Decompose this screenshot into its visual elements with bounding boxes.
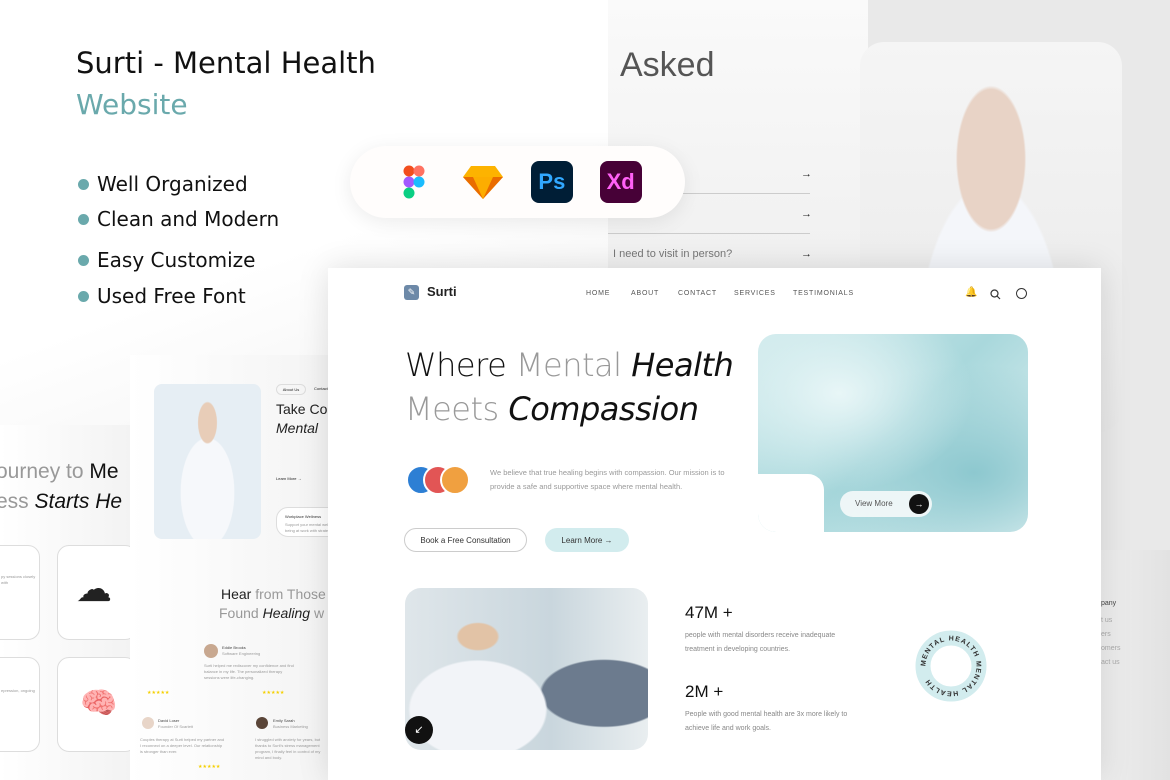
bullet-icon <box>78 178 89 190</box>
avatar <box>142 717 154 729</box>
bullet-icon <box>78 290 89 302</box>
faq-title: Asked <box>620 46 715 84</box>
service-card[interactable]: epression, ongoing <box>0 657 40 752</box>
rating-stars: ★★★★★ <box>147 690 170 696</box>
nav-testimonials[interactable]: TESTIMONIALS <box>793 290 854 297</box>
figma-icon <box>393 161 435 203</box>
tab-contact[interactable]: Contact <box>314 386 328 391</box>
view-more-button[interactable]: View More → <box>840 491 932 517</box>
mental-health-badge: MENTAL HEALTH MENTAL HEALTH <box>915 630 987 702</box>
arrow-right-icon[interactable]: → <box>909 494 929 514</box>
consultation-photo: ↙ <box>405 588 648 750</box>
bullet-icon <box>78 213 89 225</box>
faq-question[interactable]: I need to visit in person? <box>613 248 732 260</box>
stat-description: people with mental disorders receive ina… <box>685 632 836 653</box>
footer-link[interactable]: t us <box>1101 617 1112 624</box>
search-icon[interactable] <box>990 287 1001 305</box>
nav-services[interactable]: SERVICES <box>734 290 776 297</box>
tools-pill: Ps Xd <box>350 146 685 218</box>
nav-contact[interactable]: CONTACT <box>678 290 717 297</box>
user-icon[interactable] <box>1016 288 1027 299</box>
nav-home[interactable]: HOME <box>586 290 610 297</box>
service-card[interactable]: ☁ <box>57 545 130 640</box>
wellness-card[interactable]: Workplace Wellness Support your mental we… <box>276 507 328 537</box>
feature-item: Clean and Modern <box>78 207 279 231</box>
feature-item: Easy Customize <box>78 248 256 272</box>
feature-item: Used Free Font <box>78 284 246 308</box>
avatar <box>204 644 218 658</box>
footer-link[interactable]: ers <box>1101 631 1111 638</box>
rating-stars: ★★★★★ <box>198 764 221 770</box>
arrow-icon[interactable]: → <box>801 248 812 260</box>
rating-stars: ★★★★★ <box>262 690 285 696</box>
sketch-icon <box>462 161 504 203</box>
xd-icon: Xd <box>599 161 642 203</box>
brain-icon: 🧠 <box>80 687 118 720</box>
service-card[interactable]: 🧠 <box>57 657 130 752</box>
tab-about[interactable]: About Us <box>276 384 306 395</box>
services-page-preview: ourney to Me ess Starts He py sessions c… <box>0 425 130 780</box>
home-page-preview: ✎ Surti HOME ABOUT CONTACT SERVICES TEST… <box>328 268 1101 780</box>
about-page-preview: About Us Contact Take Co Mental Learn Mo… <box>130 355 328 780</box>
faq-panel: Asked → → I need to visit in person? → <box>608 0 868 270</box>
stat-description: People with good mental health are 3x mo… <box>685 711 848 732</box>
arrow-icon[interactable]: → <box>801 168 812 180</box>
logo-icon: ✎ <box>404 285 419 300</box>
brand-name[interactable]: Surti <box>427 284 457 299</box>
book-consultation-button[interactable]: Book a Free Consultation <box>404 528 527 552</box>
feature-item: Well Organized <box>78 172 248 196</box>
bell-icon[interactable]: 🔔 <box>965 287 977 298</box>
stat-value: 2M + <box>685 682 724 701</box>
avatar <box>440 465 470 495</box>
photoshop-icon: Ps <box>530 161 573 203</box>
abstract-wave-image: View More → <box>758 334 1028 532</box>
mission-text: We believe that true healing begins with… <box>490 468 725 491</box>
promo-title: Surti - Mental Health <box>76 46 376 80</box>
expand-icon[interactable]: ↙ <box>405 716 433 744</box>
service-card[interactable]: py sessions closely with <box>0 545 40 640</box>
learn-more-button[interactable]: Learn More → <box>545 528 629 552</box>
footer-link[interactable]: act us <box>1101 659 1120 666</box>
stat-value: 47M + <box>685 603 733 622</box>
promo-subtitle: Website <box>76 88 188 121</box>
stress-icon: ☁ <box>76 568 112 609</box>
arrow-icon[interactable]: → <box>801 208 812 220</box>
nav-about[interactable]: ABOUT <box>631 290 659 297</box>
footer-link[interactable]: omers <box>1101 645 1120 652</box>
learn-more-link[interactable]: Learn More → <box>276 476 302 481</box>
doctor-photo <box>154 384 261 539</box>
bullet-icon <box>78 254 89 266</box>
avatar <box>256 717 268 729</box>
divider <box>608 233 810 234</box>
footer-preview: pany t us ers omers act us <box>1101 550 1170 780</box>
